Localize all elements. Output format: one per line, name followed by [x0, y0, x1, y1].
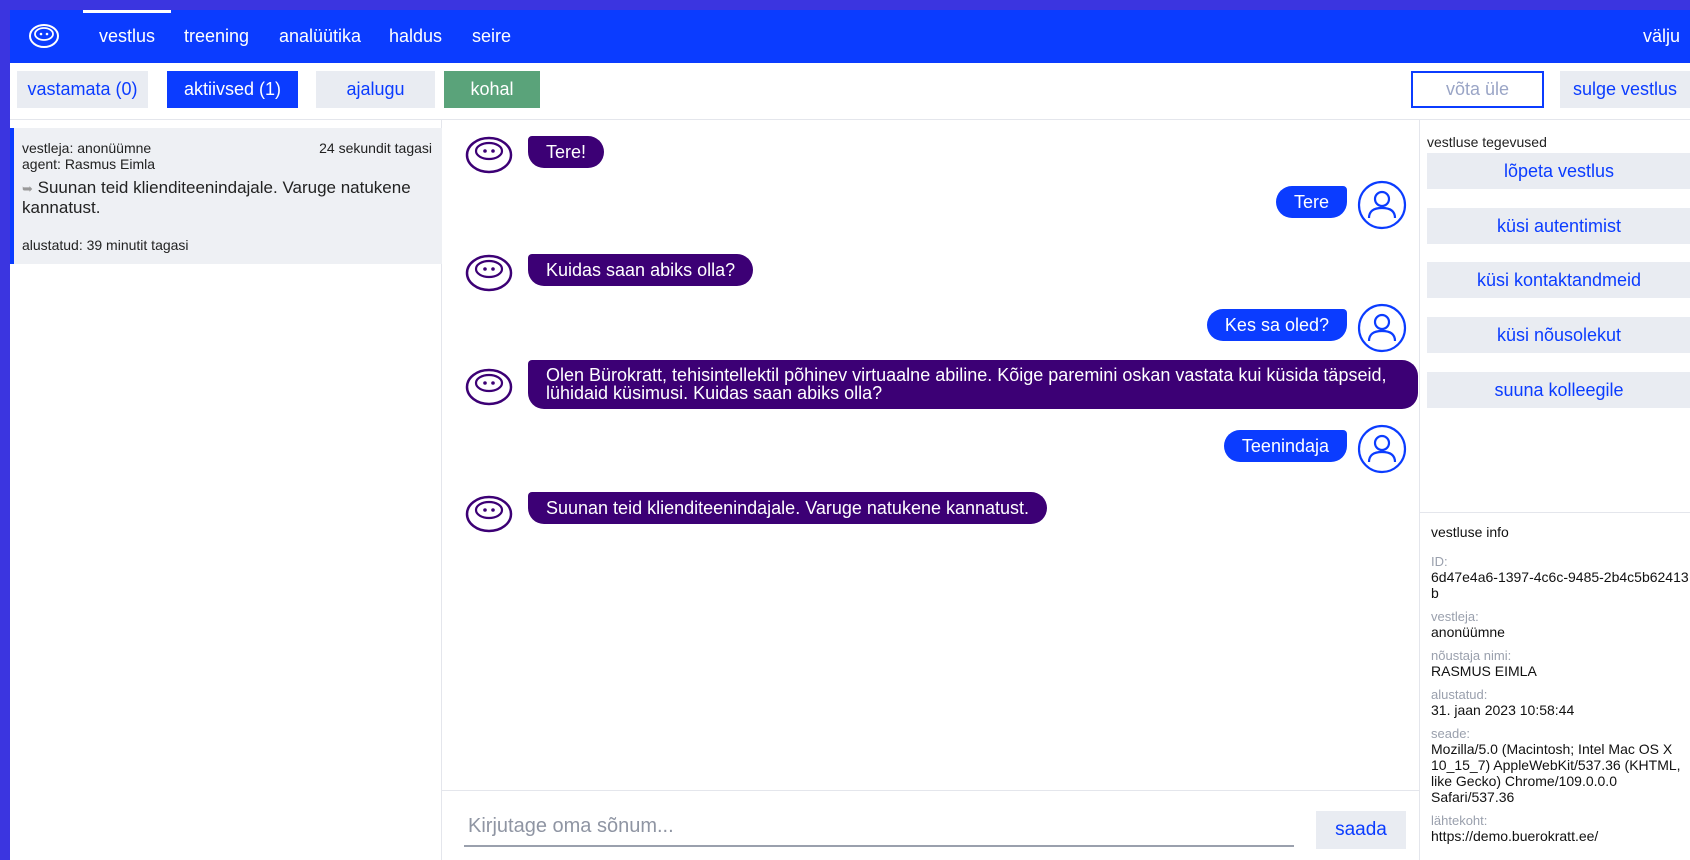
chat-item-last-message: ➥ Suunan teid klienditeenindajale. Varug… [22, 178, 432, 217]
info-id-label: ID: [1431, 554, 1448, 569]
tab-active[interactable]: aktiivsed (1) [167, 71, 298, 108]
chat-toolbar: vastamata (0) aktiivsed (1) ajalugu koha… [10, 63, 1690, 120]
message-composer: saada [442, 790, 1419, 860]
message-row: Olen Bürokratt, tehisintellektil põhinev… [442, 360, 1419, 420]
info-client-label: vestleja: [1431, 609, 1479, 624]
chat-item-started: alustatud: 39 minutit tagasi [22, 237, 189, 253]
message-row: Suunan teid klienditeenindajale. Varuge … [442, 489, 1419, 545]
chat-item-agent: agent: Rasmus Eimla [22, 156, 156, 172]
bot-avatar-icon [465, 495, 513, 533]
info-started-label: alustatud: [1431, 687, 1488, 702]
chat-item-time: 24 sekundit tagasi [319, 140, 432, 156]
bot-message: Tere! [528, 136, 605, 168]
bot-avatar-icon [465, 136, 513, 174]
present-status-toggle[interactable]: kohal [444, 71, 540, 108]
user-avatar-icon [1357, 424, 1407, 474]
message-row: Kuidas saan abiks olla? [442, 248, 1419, 304]
message-input[interactable] [464, 807, 1294, 847]
ask-consent-button[interactable]: küsi nõusolekut [1427, 317, 1690, 353]
user-avatar-icon [1357, 180, 1407, 230]
info-advisor: RASMUS EIMLA [1431, 663, 1537, 679]
exit-link[interactable]: välju [1643, 10, 1690, 63]
info-started: 31. jaan 2023 10:58:44 [1431, 702, 1575, 718]
nav-seire[interactable]: seire [456, 10, 527, 63]
chat-side-panel: vestluse tegevused lõpeta vestlus küsi a… [1419, 120, 1690, 860]
nav-treening[interactable]: treening [168, 10, 265, 63]
top-navigation: vestlus treening analüütika haldus seire… [10, 10, 1690, 63]
tab-history[interactable]: ajalugu [316, 71, 435, 108]
reply-arrow-icon: ➥ [22, 181, 33, 196]
ask-authentication-button[interactable]: küsi autentimist [1427, 208, 1690, 244]
chat-info-title: vestluse info [1431, 524, 1509, 540]
user-avatar-icon [1357, 303, 1407, 353]
chat-list-item[interactable]: vestleja: anonüümne 24 sekundit tagasi a… [10, 128, 442, 264]
message-row: Tere! [442, 130, 1419, 186]
divider [1420, 512, 1690, 513]
end-chat-button[interactable]: lõpeta vestlus [1427, 153, 1690, 189]
forward-colleague-button[interactable]: suuna kolleegile [1427, 372, 1690, 408]
chat-conversation: Tere! Tere Kuidas saan abiks olla? Kes s… [442, 120, 1419, 860]
info-source-label: lähtekoht: [1431, 813, 1488, 828]
bot-avatar-icon [465, 368, 513, 406]
info-id: 6d47e4a6-1397-4c6c-9485-2b4c5b62413b [1431, 569, 1689, 601]
user-message: Kes sa oled? [1206, 309, 1347, 341]
app-window: vestlus treening analüütika haldus seire… [10, 10, 1690, 860]
close-chat-button[interactable]: sulge vestlus [1560, 71, 1690, 108]
chat-list: vestleja: anonüümne 24 sekundit tagasi a… [10, 120, 442, 860]
nav-haldus[interactable]: haldus [373, 10, 458, 63]
message-row: Tere [442, 180, 1419, 236]
buerokratt-logo-icon[interactable] [28, 21, 60, 51]
nav-analuutika[interactable]: analüütika [263, 10, 377, 63]
bot-message: Kuidas saan abiks olla? [528, 254, 754, 286]
nav-vestlus[interactable]: vestlus [83, 10, 172, 63]
bot-message: Suunan teid klienditeenindajale. Varuge … [528, 492, 1048, 524]
user-message: Teenindaja [1223, 430, 1347, 462]
info-device: Mozilla/5.0 (Macintosh; Intel Mac OS X 1… [1431, 741, 1681, 805]
info-advisor-label: nõustaja nimi: [1431, 648, 1512, 663]
message-row: Kes sa oled? [442, 297, 1419, 353]
actions-title: vestluse tegevused [1427, 134, 1547, 150]
bot-message: Olen Bürokratt, tehisintellektil põhinev… [528, 360, 1418, 409]
user-message: Tere [1275, 186, 1347, 218]
tab-unanswered[interactable]: vastamata (0) [17, 71, 148, 108]
chat-info: vestluse info ID: 6d47e4a6-1397-4c6c-948… [1431, 524, 1690, 844]
info-source[interactable]: https://demo.buerokratt.ee/ [1431, 828, 1690, 844]
takeover-button[interactable]: võta üle [1411, 71, 1544, 108]
message-row: Teenindaja [442, 424, 1419, 480]
info-device-label: seade: [1431, 726, 1471, 741]
bot-avatar-icon [465, 254, 513, 292]
info-client: anonüümne [1431, 624, 1505, 640]
chat-item-last-text: Suunan teid klienditeenindajale. Varuge … [22, 178, 411, 217]
send-button[interactable]: saada [1316, 811, 1406, 849]
ask-contact-button[interactable]: küsi kontaktandmeid [1427, 262, 1690, 298]
